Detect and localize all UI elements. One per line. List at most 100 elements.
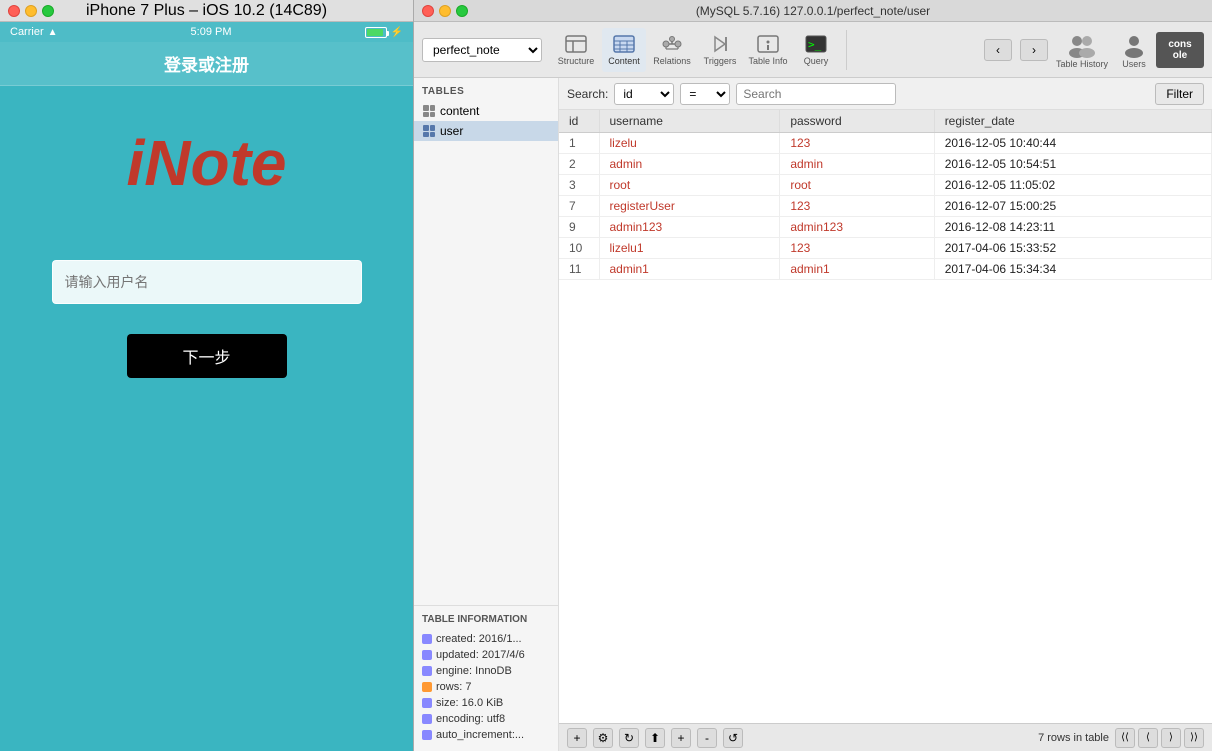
data-table: id username password register_date 1 liz… [559,110,1212,280]
nav-forward-button[interactable]: › [1020,39,1048,61]
minimize-button[interactable] [25,5,37,17]
sync-button[interactable]: ↺ [723,728,743,748]
info-encoding: encoding: utf8 [422,711,550,727]
bottom-toolbar: + ⚙ ↻ ⬆ + - ↺ 7 rows in table ⟨⟨ ⟨ ⟩ ⟩⟩ [559,723,1212,751]
triggers-tab[interactable]: Triggers [698,28,742,72]
info-auto-increment: auto_increment:... [422,727,550,743]
db-toolbar: perfect_note Structure [414,22,1212,78]
table-row[interactable]: 3 root root 2016-12-05 11:05:02 [559,175,1212,196]
table-history-button[interactable]: Table History [1056,31,1108,69]
filter-button[interactable]: Filter [1155,83,1204,105]
tables-section-title: TABLES [414,78,558,101]
table-row[interactable]: 7 registerUser 123 2016-12-07 15:00:25 [559,196,1212,217]
simulator-title: iPhone 7 Plus – iOS 10.2 (14C89) [86,2,327,20]
relations-tab[interactable]: Relations [650,28,694,72]
table-body: 1 lizelu 123 2016-12-05 10:40:44 2 admin… [559,133,1212,280]
cell-id: 1 [559,133,599,154]
next-button[interactable]: 下一步 [127,334,287,378]
cell-register-date: 2016-12-05 10:54:51 [934,154,1211,175]
col-header-username[interactable]: username [599,110,780,133]
search-label: Search: [567,87,608,101]
cell-password: admin1 [780,259,934,280]
table-row[interactable]: 9 admin123 admin123 2016-12-08 14:23:11 [559,217,1212,238]
table-name-user: user [440,124,463,138]
table-row[interactable]: 1 lizelu 123 2016-12-05 10:40:44 [559,133,1212,154]
db-titlebar: (MySQL 5.7.16) 127.0.0.1/perfect_note/us… [414,0,1212,22]
table-info-tab[interactable]: Table Info [746,28,790,72]
cell-register-date: 2016-12-07 15:00:25 [934,196,1211,217]
page-prev-button[interactable]: ⟨ [1138,728,1158,748]
content-tab[interactable]: Content [602,28,646,72]
info-dot-size [422,698,432,708]
wifi-icon: ▲ [48,27,58,38]
cell-username: lizelu [599,133,780,154]
carrier-label: Carrier [10,26,44,38]
db-zoom-button[interactable] [456,5,468,17]
zoom-button[interactable] [42,5,54,17]
close-button[interactable] [8,5,20,17]
database-select[interactable]: perfect_note [422,38,542,62]
table-name-content: content [440,104,479,118]
structure-tab[interactable]: Structure [554,28,598,72]
col-header-register-date[interactable]: register_date [934,110,1211,133]
table-row[interactable]: 2 admin admin 2016-12-05 10:54:51 [559,154,1212,175]
col-header-password[interactable]: password [780,110,934,133]
db-minimize-button[interactable] [439,5,451,17]
cell-password: 123 [780,196,934,217]
table-row[interactable]: 10 lizelu1 123 2017-04-06 15:33:52 [559,238,1212,259]
table-row[interactable]: 11 admin1 admin1 2017-04-06 15:34:34 [559,259,1212,280]
users-button[interactable]: Users [1120,31,1148,69]
cell-register-date: 2016-12-05 11:05:02 [934,175,1211,196]
battery-indicator [365,27,387,38]
search-field-select[interactable]: id [614,83,674,105]
info-dot-encoding [422,714,432,724]
cell-id: 9 [559,217,599,238]
db-window-controls [422,5,468,17]
device-screen: Carrier ▲ 5:09 PM ⚡ 登录或注册 iNote 下一步 [0,22,413,751]
col-header-id[interactable]: id [559,110,599,133]
status-bar: Carrier ▲ 5:09 PM ⚡ [0,22,413,42]
pagination-buttons: ⟨⟨ ⟨ ⟩ ⟩⟩ [1115,728,1204,748]
refresh-button[interactable]: ↻ [619,728,639,748]
sidebar-item-content[interactable]: content [414,101,558,121]
db-close-button[interactable] [422,5,434,17]
settings-button[interactable]: ⚙ [593,728,613,748]
search-operator-select[interactable]: = [680,83,730,105]
query-tab[interactable]: >_ Query [794,28,838,72]
cell-id: 3 [559,175,599,196]
cell-password: 123 [780,238,934,259]
search-input[interactable] [736,83,896,105]
info-dot-updated [422,650,432,660]
console-button[interactable]: cons ole [1156,32,1204,68]
info-rows: rows: 7 [422,679,550,695]
cell-password: admin123 [780,217,934,238]
app-logo: iNote [127,126,287,200]
export-button[interactable]: ⬆ [645,728,665,748]
nav-back-button[interactable]: ‹ [984,39,1012,61]
toolbar-right: ‹ › Table History Users [984,31,1204,69]
table-information-section: TABLE INFORMATION created: 2016/1... upd… [414,605,558,751]
users-label: Users [1122,59,1146,69]
cell-register-date: 2016-12-08 14:23:11 [934,217,1211,238]
cell-username: admin123 [599,217,780,238]
page-first-button[interactable]: ⟨⟨ [1115,728,1135,748]
cell-register-date: 2017-04-06 15:33:52 [934,238,1211,259]
add-row-button[interactable]: + [567,728,587,748]
sidebar-spacer [414,141,558,605]
info-created: created: 2016/1... [422,631,550,647]
page-last-button[interactable]: ⟩⟩ [1184,728,1204,748]
table-info-label: Table Info [748,56,787,66]
add-row-button2[interactable]: + [671,728,691,748]
time-label: 5:09 PM [191,26,232,38]
sidebar-item-user[interactable]: user [414,121,558,141]
info-size: size: 16.0 KiB [422,695,550,711]
info-dot-autoincrement [422,730,432,740]
structure-icon [564,34,588,54]
table-icon-content [422,104,436,118]
remove-row-button[interactable]: - [697,728,717,748]
page-next-button[interactable]: ⟩ [1161,728,1181,748]
cell-register-date: 2016-12-05 10:40:44 [934,133,1211,154]
username-input[interactable] [52,260,362,304]
info-dot-engine [422,666,432,676]
query-icon: >_ [804,34,828,54]
